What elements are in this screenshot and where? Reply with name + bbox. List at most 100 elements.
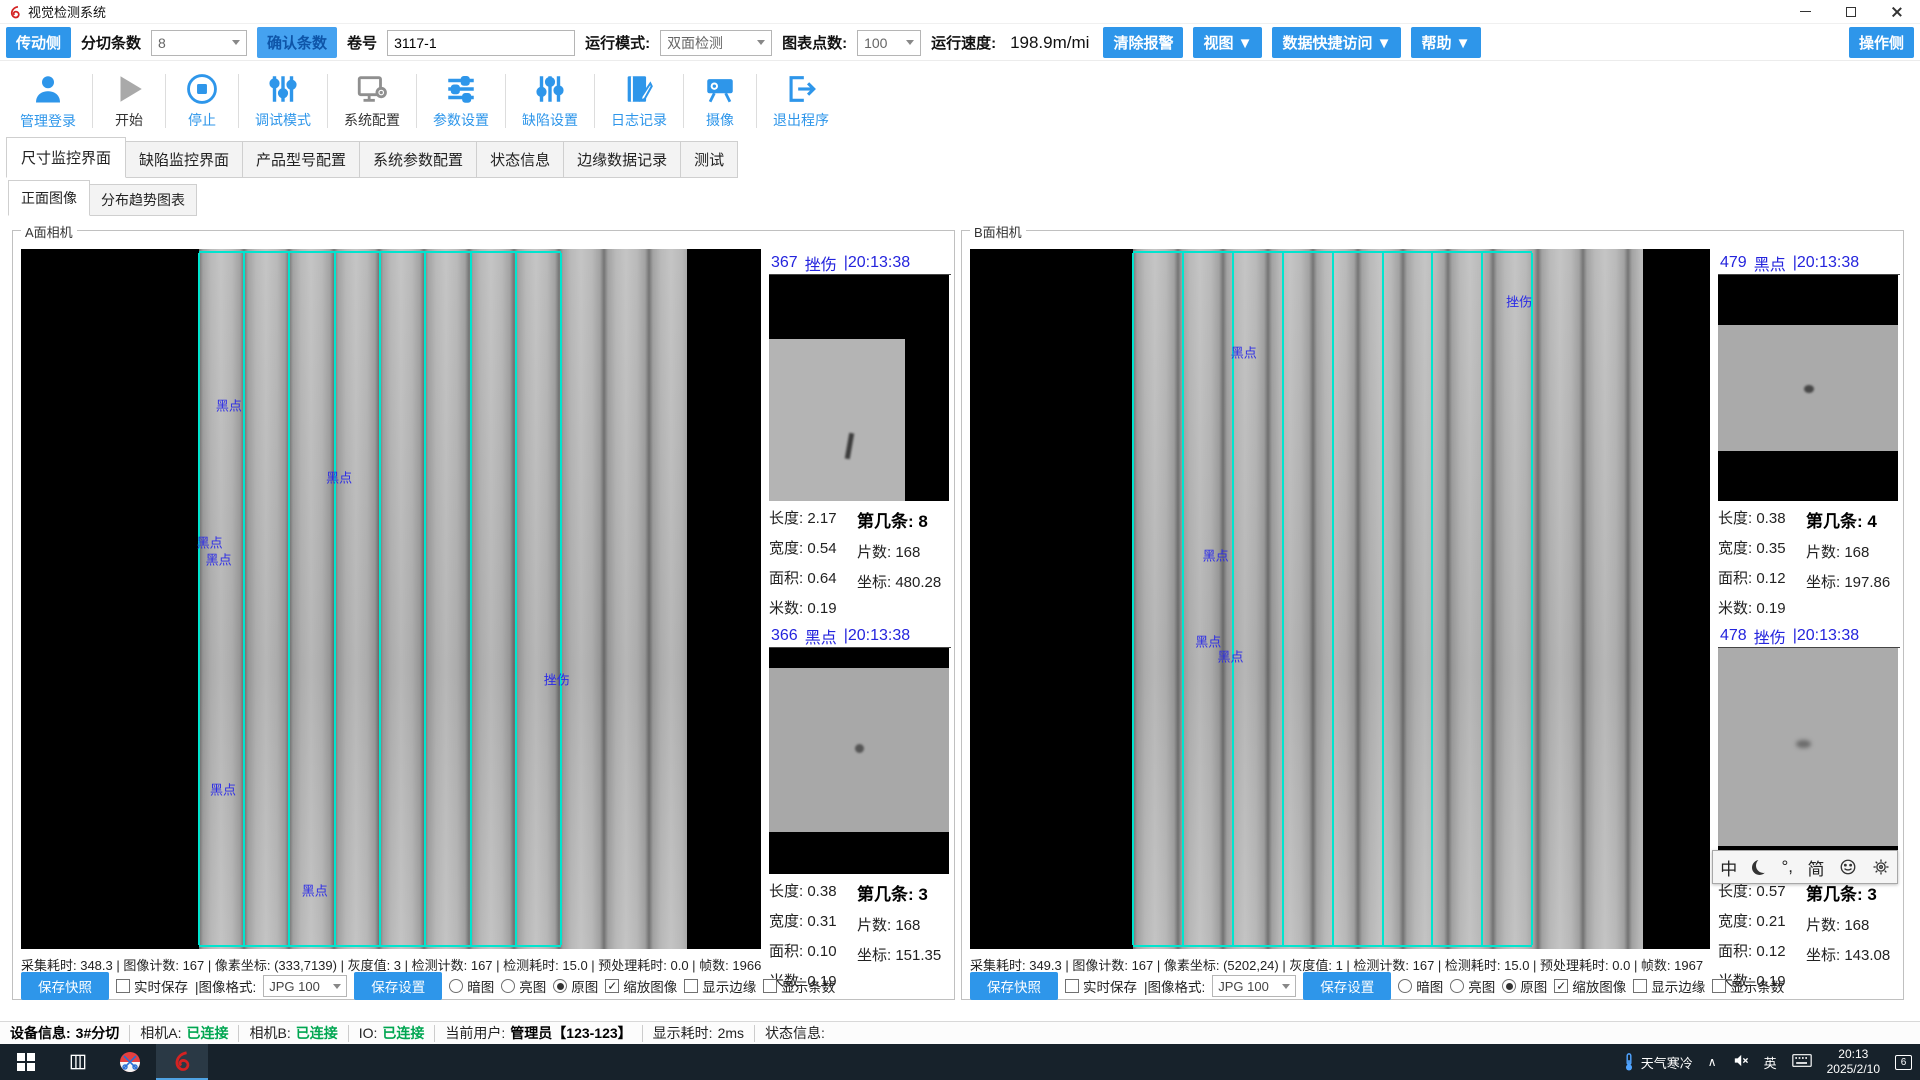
save-snapshot-button[interactable]: 保存快照: [21, 972, 109, 1000]
camera-a-image: 黑点黑点黑点黑点挫伤黑点黑点: [21, 249, 761, 949]
run-mode-select[interactable]: 双面检测: [660, 30, 772, 56]
save-settings-button[interactable]: 保存设置: [1303, 972, 1391, 1000]
defect-card[interactable]: 366 黑点 |20:13:38 长度: 0.38 宽度: 0.31 面积: 0…: [769, 624, 951, 991]
status-label: 显示耗时:: [653, 1023, 713, 1043]
tab-size-monitor[interactable]: 尺寸监控界面: [6, 137, 126, 178]
status-label: 当前用户:: [445, 1023, 505, 1043]
length-value: 2.17: [807, 510, 836, 527]
bright-image-radio[interactable]: 亮图: [1450, 976, 1495, 996]
parameter-settings-button[interactable]: 参数设置: [417, 62, 505, 140]
stop-button[interactable]: 停止: [166, 62, 238, 140]
inspection-app-taskbar-button[interactable]: [156, 1044, 208, 1080]
checkbox-icon: [1712, 979, 1726, 993]
close-button[interactable]: [1874, 0, 1920, 24]
split-count-value: 8: [158, 35, 166, 51]
strip-boundary-line: [243, 253, 245, 945]
snipping-tool-button[interactable]: [104, 1044, 156, 1080]
original-image-label: 原图: [1520, 976, 1547, 996]
strip-boundary-line: [1382, 253, 1384, 945]
meters-label: 米数:: [1718, 600, 1752, 617]
close-icon: [1891, 6, 1903, 18]
ime-language-toggle[interactable]: 中: [1720, 855, 1737, 880]
zoom-image-checkbox[interactable]: ✓缩放图像: [1554, 976, 1626, 996]
realtime-save-checkbox[interactable]: 实时保存: [1065, 976, 1137, 996]
minimize-button[interactable]: [1782, 0, 1828, 24]
tray-expand-chevron[interactable]: ∧: [1708, 1055, 1717, 1069]
operator-side-button[interactable]: 操作侧: [1849, 27, 1914, 58]
width-label: 宽度:: [1718, 913, 1752, 930]
camera-b-status: 相机B:已连接: [239, 1025, 348, 1042]
original-image-radio[interactable]: 原图: [553, 976, 598, 996]
data-quick-access-menu-button[interactable]: 数据快捷访问 ▼: [1272, 27, 1401, 58]
ime-emoji-button[interactable]: [1839, 858, 1857, 876]
image-format-select[interactable]: JPG 100: [263, 975, 347, 997]
zoom-image-checkbox[interactable]: ✓缩放图像: [605, 976, 677, 996]
ime-settings-button[interactable]: [1872, 858, 1890, 876]
show-count-checkbox[interactable]: 显示条数: [1712, 976, 1784, 996]
help-menu-button[interactable]: 帮助 ▼: [1411, 27, 1480, 58]
ime-language-indicator[interactable]: 英: [1764, 1053, 1777, 1072]
save-snapshot-button[interactable]: 保存快照: [970, 972, 1058, 1000]
start-button[interactable]: 开始: [93, 62, 165, 140]
system-config-button[interactable]: 系统配置: [328, 62, 416, 140]
defect-card[interactable]: 479 黑点 |20:13:38 长度: 0.38 宽度: 0.35 面积: 0…: [1718, 251, 1900, 618]
dark-image-radio[interactable]: 暗图: [449, 976, 494, 996]
clear-alarm-button[interactable]: 清除报警: [1103, 27, 1183, 58]
view-menu-button[interactable]: 视图 ▼: [1193, 27, 1262, 58]
image-format-select[interactable]: JPG 100: [1212, 975, 1296, 997]
touch-keyboard-button[interactable]: [1792, 1053, 1812, 1071]
user-icon: [30, 71, 66, 107]
camera-icon: [703, 72, 737, 106]
exit-program-button[interactable]: 退出程序: [757, 62, 845, 140]
strip-boundary-line: [288, 253, 290, 945]
split-count-select[interactable]: 8: [151, 30, 247, 56]
tab-defect-monitor[interactable]: 缺陷监控界面: [125, 141, 243, 178]
roll-number-input[interactable]: [387, 30, 575, 56]
ime-simplified-toggle[interactable]: 简: [1808, 855, 1825, 880]
save-settings-button[interactable]: 保存设置: [354, 972, 442, 1000]
bright-image-radio[interactable]: 亮图: [501, 976, 546, 996]
drive-side-button[interactable]: 传动侧: [6, 27, 71, 58]
defect-settings-button[interactable]: 缺陷设置: [506, 62, 594, 140]
debug-mode-button[interactable]: 调试模式: [239, 62, 327, 140]
start-button[interactable]: [0, 1044, 52, 1080]
strip-boundary-line: [1531, 253, 1533, 945]
show-edge-checkbox[interactable]: 显示边缘: [684, 976, 756, 996]
show-edge-checkbox[interactable]: 显示边缘: [1633, 976, 1705, 996]
show-count-checkbox[interactable]: 显示条数: [763, 976, 835, 996]
width-label: 宽度:: [1718, 540, 1752, 557]
status-value: 已连接: [382, 1023, 424, 1043]
strip-boundary-line: [1481, 253, 1483, 945]
keyboard-icon: [1792, 1053, 1812, 1068]
tab-product-model-config[interactable]: 产品型号配置: [242, 141, 360, 178]
tab-system-param-config[interactable]: 系统参数配置: [359, 141, 477, 178]
subtab-distribution-chart[interactable]: 分布趋势图表: [89, 184, 197, 216]
log-record-button[interactable]: 日志记录: [595, 62, 683, 140]
weather-widget[interactable]: 天气寒冷: [1622, 1053, 1693, 1072]
subtab-front-image[interactable]: 正面图像: [8, 180, 90, 216]
log-book-icon: [622, 72, 656, 106]
tab-status-info[interactable]: 状态信息: [476, 141, 564, 178]
task-view-button[interactable]: [52, 1044, 104, 1080]
defect-card[interactable]: 367 挫伤 |20:13:38 长度: 2.17 宽度: 0.54 面积: 0…: [769, 251, 951, 618]
camera-button[interactable]: 摄像: [684, 62, 756, 140]
strip-value: 3: [1867, 885, 1876, 904]
original-image-radio[interactable]: 原图: [1502, 976, 1547, 996]
tab-test[interactable]: 测试: [680, 141, 738, 178]
admin-login-button[interactable]: 管理登录: [4, 62, 92, 140]
ime-fullwidth-moon-icon[interactable]: [1752, 860, 1767, 875]
ime-punctuation-toggle[interactable]: °,: [1781, 857, 1793, 877]
dark-image-radio[interactable]: 暗图: [1398, 976, 1443, 996]
display-time-status: 显示耗时:2ms: [643, 1025, 755, 1042]
realtime-save-checkbox[interactable]: 实时保存: [116, 976, 188, 996]
sliders-vertical-icon: [533, 72, 567, 106]
volume-muted-button[interactable]: [1732, 1052, 1749, 1072]
notification-center-button[interactable]: 6: [1895, 1055, 1912, 1070]
defect-card[interactable]: 478 挫伤 |20:13:38 长度: 0.57 宽度: 0.21 面积: 0…: [1718, 624, 1900, 991]
chart-points-select[interactable]: 100: [857, 30, 921, 56]
tab-edge-data-record[interactable]: 边缘数据记录: [563, 141, 681, 178]
show-edge-label: 显示边缘: [702, 976, 756, 996]
confirm-count-button[interactable]: 确认条数: [257, 27, 337, 58]
taskbar-clock[interactable]: 20:13 2025/2/10: [1827, 1047, 1880, 1077]
maximize-button[interactable]: [1828, 0, 1874, 24]
